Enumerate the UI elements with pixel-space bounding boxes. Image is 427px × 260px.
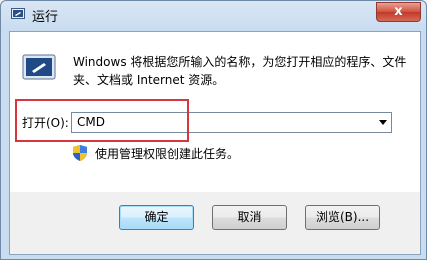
chevron-down-icon: [379, 120, 387, 125]
ok-button[interactable]: 确定: [119, 205, 194, 230]
window-title: 运行: [32, 10, 59, 25]
dialog-client-area: Windows 将根据您所输入的名称，为您打开相应的程序、文件夹、文档或 Int…: [9, 31, 421, 255]
admin-note: 使用管理权限创建此任务。: [95, 147, 240, 161]
description-text: Windows 将根据您所输入的名称，为您打开相应的程序、文件夹、文档或 Int…: [73, 55, 407, 87]
dropdown-arrow-button[interactable]: [375, 113, 391, 132]
uac-shield-icon: [73, 145, 87, 161]
close-icon: x: [394, 4, 403, 19]
run-dialog-window: 运行 x Windows 将根据您所输入的名称，为您打开相应的程序、文件夹、文档…: [0, 0, 427, 260]
run-program-icon: [22, 54, 56, 80]
browse-button[interactable]: 浏览(B)...: [305, 205, 380, 230]
red-highlight-box: [15, 99, 189, 142]
title-bar[interactable]: 运行 x: [1, 1, 427, 31]
run-icon: [11, 8, 25, 19]
cancel-button[interactable]: 取消: [212, 205, 287, 230]
close-button[interactable]: x: [376, 2, 421, 22]
dialog-content: Windows 将根据您所输入的名称，为您打开相应的程序、文件夹、文档或 Int…: [10, 32, 420, 192]
